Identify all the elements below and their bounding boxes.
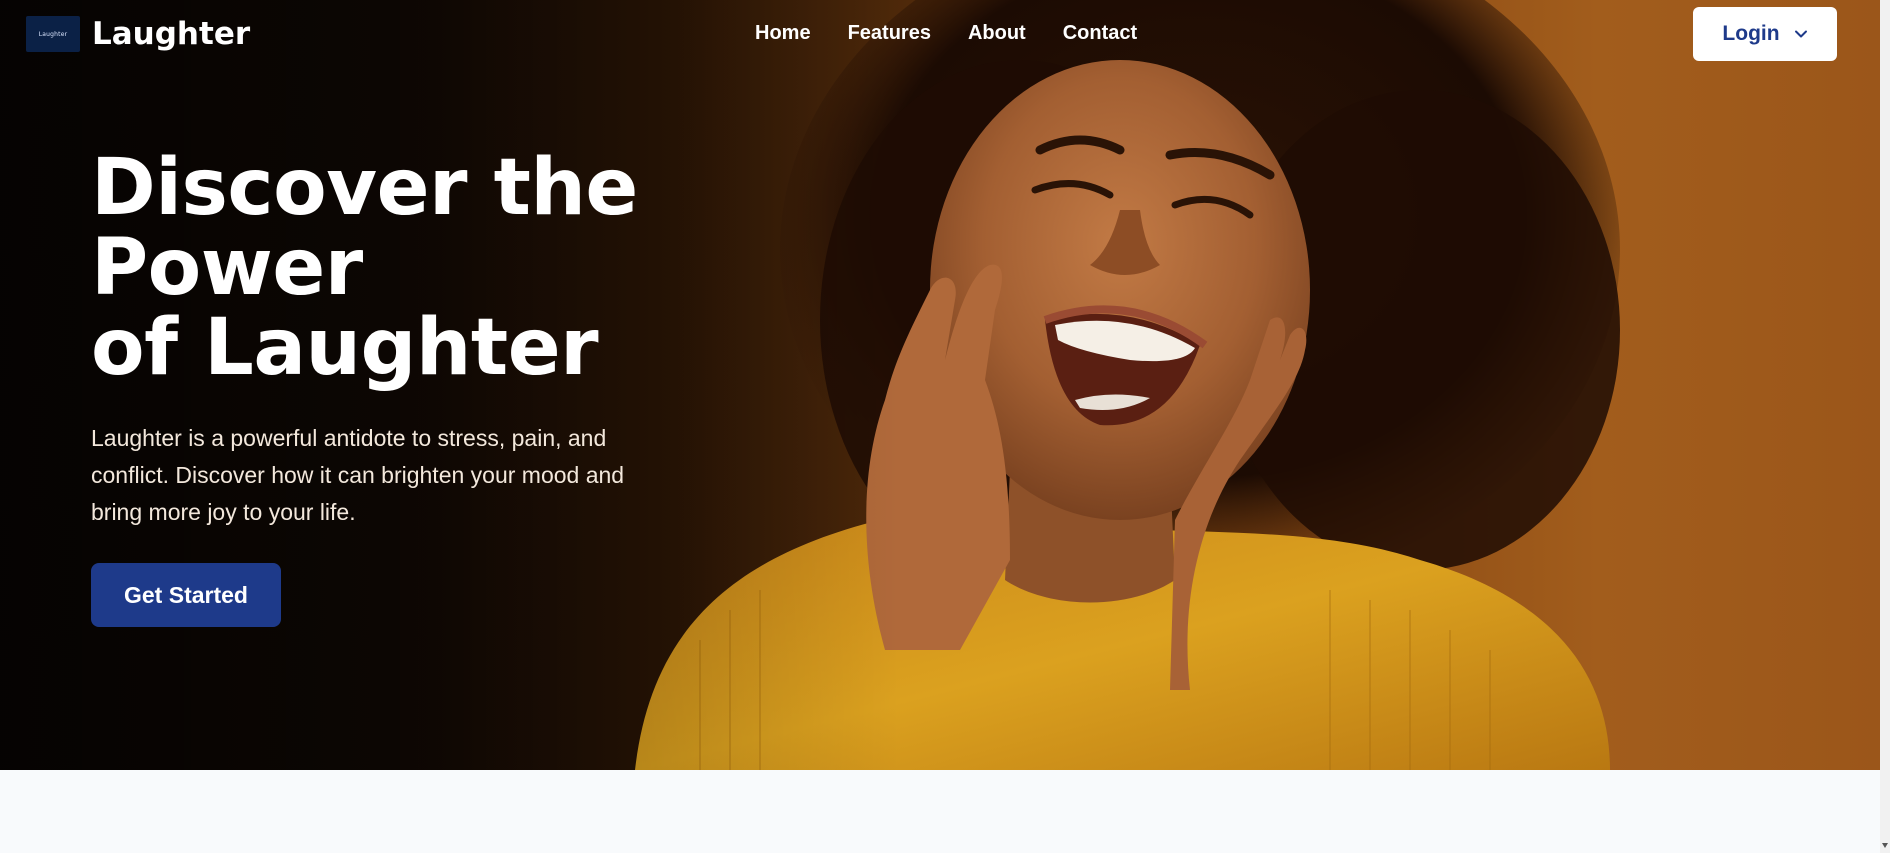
chevron-down-icon (1794, 30, 1807, 38)
hero-title-line: Discover the (91, 143, 638, 233)
nav-link-home[interactable]: Home (755, 22, 811, 45)
hero-title-line: of Laughter (91, 303, 599, 393)
brand-logo[interactable]: Laughter (26, 16, 80, 52)
hero-subtitle: Laughter is a powerful antidote to stres… (91, 425, 625, 525)
scrollbar[interactable] (1880, 0, 1890, 853)
nav-link-features[interactable]: Features (848, 22, 931, 45)
nav-link-about[interactable]: About (968, 22, 1026, 45)
login-label: Login (1722, 22, 1780, 45)
scroll-down-arrow-icon[interactable] (1880, 838, 1890, 853)
hero-content: Discover the Power of Laughter Laughter … (91, 148, 711, 627)
brand-name[interactable]: Laughter (92, 16, 250, 52)
brand-logo-text: Laughter (38, 30, 68, 38)
hero-title-line: Power (91, 223, 363, 313)
hero-title: Discover the Power of Laughter (91, 148, 711, 388)
nav-link-contact[interactable]: Contact (1063, 22, 1137, 45)
hero-section: Laughter Laughter Home Features About Co… (0, 0, 1880, 770)
get-started-button[interactable]: Get Started (91, 563, 281, 627)
page: Laughter Laughter Home Features About Co… (0, 0, 1880, 853)
navbar: Laughter Laughter Home Features About Co… (0, 0, 1880, 72)
brand[interactable]: Laughter Laughter (26, 16, 250, 52)
main-nav: Home Features About Contact (755, 22, 1137, 45)
login-button[interactable]: Login (1693, 7, 1837, 61)
